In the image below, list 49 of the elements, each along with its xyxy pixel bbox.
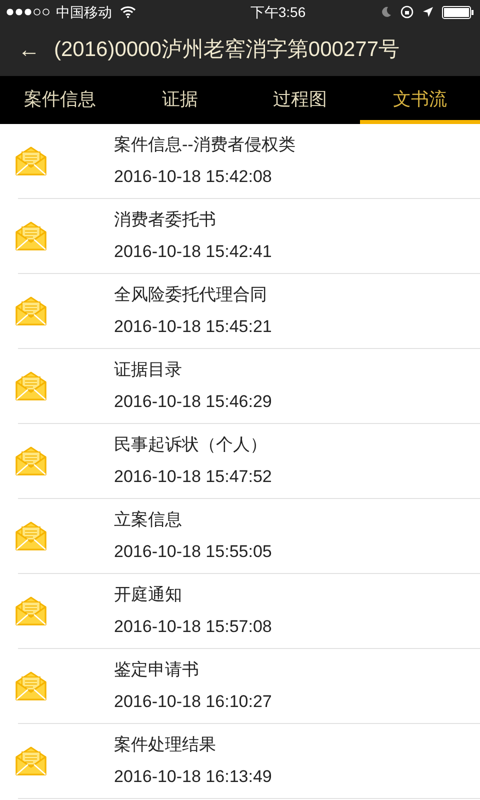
envelope-icon	[15, 221, 47, 251]
location-icon	[422, 6, 434, 18]
envelope-icon	[15, 671, 47, 701]
document-title: 消费者委托书	[114, 210, 217, 230]
document-row[interactable]: 案件处理结果 2016-10-18 16:13:49	[18, 724, 480, 799]
tab[interactable]: 证据	[120, 76, 240, 124]
document-time: 2016-10-18 15:42:41	[114, 242, 272, 262]
document-time: 2016-10-18 16:10:27	[114, 692, 272, 712]
envelope-icon	[15, 746, 47, 776]
wifi-icon	[120, 6, 136, 18]
document-row[interactable]: 证据目录 2016-10-18 15:46:29	[18, 349, 480, 424]
document-title: 开庭通知	[114, 586, 183, 604]
document-time: 2016-10-18 15:46:29	[114, 392, 272, 412]
envelope-icon	[15, 521, 47, 551]
document-row[interactable]: 开庭通知 2016-10-18 15:57:08	[18, 574, 480, 649]
clock-time: 下午3:56	[249, 2, 306, 22]
document-time: 2016-10-18 15:45:21	[114, 318, 272, 336]
carrier-name: 中国移动	[56, 2, 112, 22]
document-title: 立案信息	[114, 510, 183, 530]
lock-rotation-icon	[400, 5, 414, 19]
envelope-icon	[15, 371, 47, 401]
document-time: 2016-10-18 15:55:05	[114, 542, 272, 562]
document-row[interactable]: 鉴定申请书 2016-10-18 16:10:27	[18, 649, 480, 724]
document-time: 2016-10-18 15:42:08	[114, 168, 273, 186]
envelope-icon	[15, 596, 47, 626]
document-title: 全风险委托代理合同	[114, 286, 268, 304]
document-row[interactable]: 全风险委托代理合同 2016-10-18 15:45:21	[18, 274, 480, 349]
document-row[interactable]: 案件信息--消费者侵权类 2016-10-18 15:42:08	[18, 124, 480, 199]
document-title: 案件处理结果	[114, 736, 217, 754]
envelope-icon	[15, 296, 47, 326]
tab[interactable]: 文书流	[360, 76, 480, 124]
document-time: 2016-10-18 15:47:52	[114, 468, 272, 486]
document-row[interactable]: 消费者委托书 2016-10-18 15:42:41	[18, 199, 480, 274]
envelope-icon	[15, 146, 47, 176]
document-time: 2016-10-18 16:13:49	[114, 768, 272, 786]
moon-icon	[380, 6, 392, 18]
tab[interactable]: 案件信息	[0, 76, 120, 124]
envelope-icon	[15, 446, 47, 476]
document-time: 2016-10-18 15:57:08	[114, 618, 272, 636]
back-button[interactable]: ←	[0, 39, 54, 61]
document-title: 案件信息--消费者侵权类	[114, 136, 296, 154]
document-title: 民事起诉状（个人）	[114, 436, 268, 454]
document-row[interactable]: 民事起诉状（个人） 2016-10-18 15:47:52	[18, 424, 480, 499]
document-title: 鉴定申请书	[114, 660, 200, 680]
battery-icon	[442, 6, 474, 18]
tab[interactable]: 过程图	[240, 76, 360, 124]
document-title: 证据目录	[114, 360, 183, 380]
page-title: (2016)0000泸州老窖消字第000277号	[54, 37, 400, 64]
document-row[interactable]: 立案信息 2016-10-18 15:55:05	[18, 499, 480, 574]
